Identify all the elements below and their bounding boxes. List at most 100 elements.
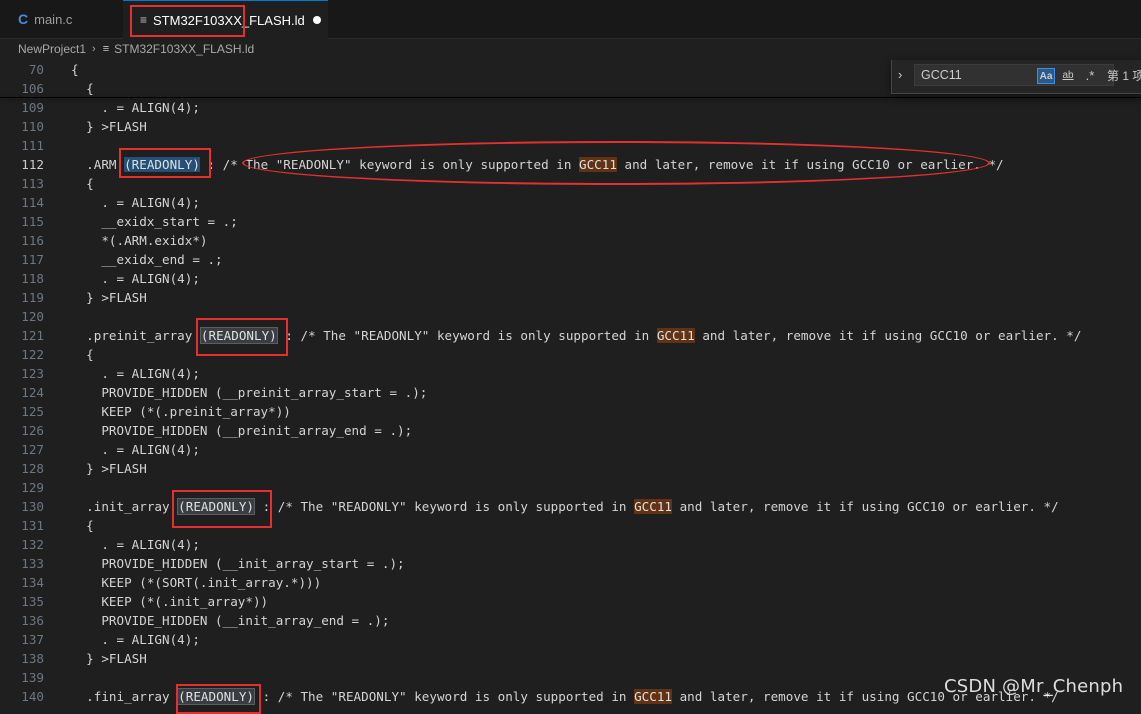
code-line[interactable]: 133 PROVIDE_HIDDEN (__init_array_start =… xyxy=(0,554,1141,573)
tab-main-c[interactable]: C main.c xyxy=(0,0,122,38)
annotation-readonly-box xyxy=(176,684,261,714)
code-line[interactable]: 115 __exidx_start = .; xyxy=(0,212,1141,231)
code-line[interactable]: 121 .preinit_array (READONLY) : /* The "… xyxy=(0,326,1141,345)
code-line[interactable]: 110 } >FLASH xyxy=(0,117,1141,136)
code-line[interactable]: 116 *(.ARM.exidx*) xyxy=(0,231,1141,250)
line-content: { xyxy=(71,79,94,98)
line-number: 127 xyxy=(21,442,44,457)
code-line[interactable]: 120 xyxy=(0,307,1141,326)
code-text: and later, remove it if using GCC10 or e… xyxy=(672,499,1059,514)
code-line[interactable]: 122 { xyxy=(0,345,1141,364)
line-number: 136 xyxy=(21,613,44,628)
line-number: 110 xyxy=(21,119,44,134)
line-number: 134 xyxy=(21,575,44,590)
line-content: { xyxy=(71,345,94,364)
line-number: 132 xyxy=(21,537,44,552)
line-number: 118 xyxy=(21,271,44,286)
find-match: GCC11 xyxy=(634,499,673,514)
breadcrumb-project[interactable]: NewProject1 xyxy=(18,42,86,56)
code-line[interactable]: 128 } >FLASH xyxy=(0,459,1141,478)
line-number: 128 xyxy=(21,461,44,476)
line-content: __exidx_start = .; xyxy=(71,212,238,231)
line-content: PROVIDE_HIDDEN (__init_array_end = .); xyxy=(71,611,389,630)
find-input[interactable]: GCC11 Aa ab .* xyxy=(914,64,1114,86)
code-line[interactable]: 137 . = ALIGN(4); xyxy=(0,630,1141,649)
code-text: : /* The "READONLY" keyword is only supp… xyxy=(254,689,635,704)
code-line[interactable]: 138 } >FLASH xyxy=(0,649,1141,668)
code-line[interactable]: 135 KEEP (*(.init_array*)) xyxy=(0,592,1141,611)
code-text: . = ALIGN(4); xyxy=(71,195,200,210)
unsaved-dot-icon[interactable] xyxy=(312,16,321,24)
code-line[interactable]: 136 PROVIDE_HIDDEN (__init_array_end = .… xyxy=(0,611,1141,630)
line-number: 133 xyxy=(21,556,44,571)
code-text: .ARM xyxy=(71,157,125,172)
code-text: } >FLASH xyxy=(71,651,147,666)
code-text: } >FLASH xyxy=(71,290,147,305)
code-text: . = ALIGN(4); xyxy=(71,366,200,381)
code-text: PROVIDE_HIDDEN (__init_array_end = .); xyxy=(71,613,390,628)
code-text: PROVIDE_HIDDEN (__preinit_array_end = .)… xyxy=(71,423,413,438)
line-number: 116 xyxy=(21,233,44,248)
line-number: 114 xyxy=(21,195,44,210)
line-number: 129 xyxy=(21,480,44,495)
line-number: 139 xyxy=(21,670,44,685)
annotation-comment-ellipse xyxy=(242,141,990,185)
code-line[interactable]: 109 . = ALIGN(4); xyxy=(0,98,1141,117)
code-text: { xyxy=(71,81,94,96)
code-line[interactable]: 126 PROVIDE_HIDDEN (__preinit_array_end … xyxy=(0,421,1141,440)
find-widget: › GCC11 Aa ab .* 第 1 项 xyxy=(891,60,1141,94)
code-line[interactable]: 119 } >FLASH xyxy=(0,288,1141,307)
code-text: __exidx_end = .; xyxy=(71,252,223,267)
code-line[interactable]: 127 . = ALIGN(4); xyxy=(0,440,1141,459)
code-text: : /* The "READONLY" keyword is only supp… xyxy=(254,499,635,514)
match-case-toggle[interactable]: Aa xyxy=(1037,68,1055,84)
line-number: 126 xyxy=(21,423,44,438)
line-number: 117 xyxy=(21,252,44,267)
code-text: and later, remove it if using GCC10 or e… xyxy=(694,328,1082,343)
find-match: GCC11 xyxy=(634,689,673,704)
line-number: 119 xyxy=(21,290,44,305)
line-number: 109 xyxy=(21,100,44,115)
code-text: PROVIDE_HIDDEN (__preinit_array_start = … xyxy=(71,385,428,400)
code-line[interactable]: 123 . = ALIGN(4); xyxy=(0,364,1141,383)
whole-word-toggle[interactable]: ab xyxy=(1059,68,1077,84)
line-content: *(.ARM.exidx*) xyxy=(71,231,207,250)
line-content: } >FLASH xyxy=(71,459,147,478)
breadcrumb-separator-icon: › xyxy=(92,43,96,55)
code-text: KEEP (*(.init_array*)) xyxy=(71,594,269,609)
line-content: KEEP (*(SORT(.init_array.*))) xyxy=(71,573,321,592)
code-line[interactable]: 134 KEEP (*(SORT(.init_array.*))) xyxy=(0,573,1141,592)
code-line[interactable]: 124 PROVIDE_HIDDEN (__preinit_array_star… xyxy=(0,383,1141,402)
c-file-icon: C xyxy=(18,11,29,27)
line-number: 121 xyxy=(21,328,44,343)
line-content: { xyxy=(71,60,79,79)
file-lines-icon: ≡ xyxy=(102,43,110,55)
line-content: } >FLASH xyxy=(71,649,147,668)
line-number: 115 xyxy=(21,214,44,229)
code-text: .preinit_array xyxy=(71,328,200,343)
code-text: . = ALIGN(4); xyxy=(71,632,200,647)
toggle-replace-chevron-icon[interactable]: › xyxy=(898,67,902,82)
code-line[interactable]: 117 __exidx_end = .; xyxy=(0,250,1141,269)
line-number: 106 xyxy=(21,81,44,96)
code-text: . = ALIGN(4); xyxy=(71,100,200,115)
find-result-count: 第 1 项 xyxy=(1107,69,1141,83)
watermark: CSDN @Mr_Chenph xyxy=(944,676,1124,697)
breadcrumb-file[interactable]: STM32F103XX_FLASH.ld xyxy=(114,42,254,56)
line-content: PROVIDE_HIDDEN (__preinit_array_end = .)… xyxy=(71,421,412,440)
line-content: } >FLASH xyxy=(71,117,147,136)
code-line[interactable]: 125 KEEP (*(.preinit_array*)) xyxy=(0,402,1141,421)
line-content: . = ALIGN(4); xyxy=(71,269,200,288)
code-line[interactable]: 132 . = ALIGN(4); xyxy=(0,535,1141,554)
code-text: { xyxy=(71,518,94,533)
code-line[interactable]: 118 . = ALIGN(4); xyxy=(0,269,1141,288)
code-text: . = ALIGN(4); xyxy=(71,271,200,286)
code-text: __exidx_start = .; xyxy=(71,214,238,229)
line-number: 140 xyxy=(21,689,44,704)
code-text: .fini_array xyxy=(71,689,178,704)
code-line[interactable]: 114 . = ALIGN(4); xyxy=(0,193,1141,212)
regex-toggle[interactable]: .* xyxy=(1081,68,1099,84)
annotation-readonly-box xyxy=(172,490,272,528)
tab-label: main.c xyxy=(34,11,73,27)
code-text: } >FLASH xyxy=(71,119,147,134)
